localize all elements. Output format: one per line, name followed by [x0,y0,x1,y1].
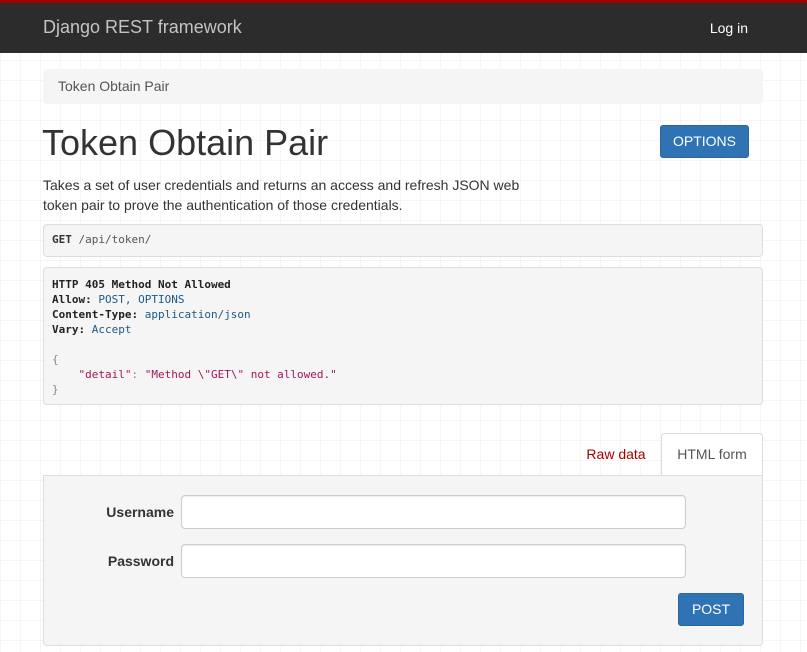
response-status: HTTP 405 Method Not Allowed [52,278,231,291]
response-header-value: Accept [91,323,132,336]
tab-html-form[interactable]: HTML form [661,433,763,476]
page-title: Token Obtain Pair [42,122,329,163]
login-link[interactable]: Log in [710,20,748,36]
password-label: Password [107,553,174,569]
endpoint-description: Takes a set of user credentials and retu… [43,177,520,213]
post-button[interactable]: POST [678,593,744,626]
top-navbar: Django REST framework Log in [0,0,807,53]
response-header-value: POST, OPTIONS [98,293,185,306]
response-info: HTTP 405 Method Not Allowed Allow: POST,… [43,267,763,405]
tab-raw-data[interactable]: Raw data [572,434,660,475]
request-method: GET [52,233,72,246]
json-colon: : [131,368,139,381]
response-header-name: Allow: [52,293,92,306]
brand-link[interactable]: Django REST framework [43,17,242,38]
username-input[interactable] [181,495,686,529]
json-brace-open: { [52,353,59,366]
request-info: GET /api/token/ [43,224,763,257]
breadcrumb: Token Obtain Pair [43,69,763,104]
json-brace-close: } [52,383,59,396]
password-input[interactable] [181,544,686,578]
html-form-panel: Username Password POST [43,475,763,646]
response-header-value: application/json [144,308,251,321]
options-button[interactable]: OPTIONS [660,125,749,158]
request-path: /api/token/ [78,233,152,246]
json-key: "detail" [78,368,132,381]
response-header-name: Vary: [52,323,86,336]
username-label: Username [106,504,174,520]
breadcrumb-item-current[interactable]: Token Obtain Pair [58,78,169,94]
json-value: "Method \"GET\" not allowed." [144,368,337,381]
response-header-name: Content-Type: [52,308,139,321]
